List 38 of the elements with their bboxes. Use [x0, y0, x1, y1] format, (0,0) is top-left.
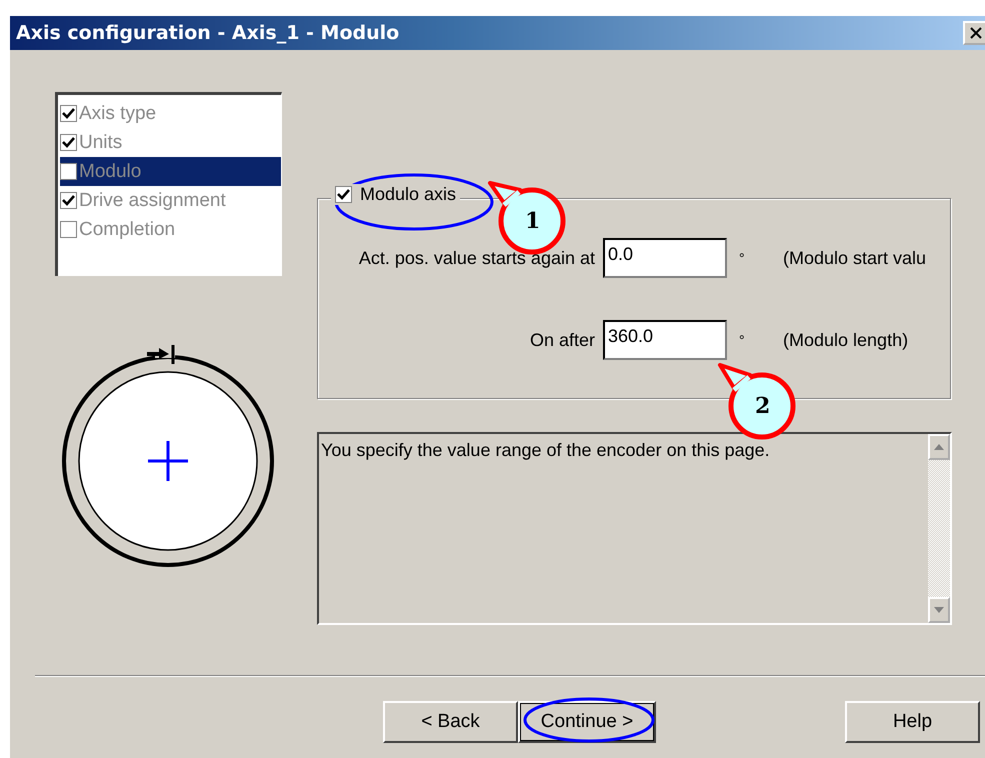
- message-text: You specify the value range of the encoder on this page.: [320, 439, 771, 462]
- dialog-button[interactable]: < Back: [383, 701, 518, 743]
- step-label: Drive assignment: [79, 190, 226, 212]
- field-label: On after: [528, 330, 595, 350]
- checkbox[interactable]: [60, 105, 77, 122]
- checkmark-icon: [62, 195, 75, 206]
- scroll-up-button[interactable]: [928, 434, 950, 460]
- close-icon: [969, 27, 983, 39]
- callout-number: 1: [525, 208, 540, 234]
- input-field[interactable]: 0.0: [603, 238, 727, 278]
- checkbox[interactable]: [60, 221, 77, 238]
- step-label: Units: [79, 132, 122, 154]
- field-label: Act. pos. value starts again at: [358, 248, 595, 268]
- callout-number: 2: [755, 393, 770, 419]
- close-button[interactable]: [963, 21, 985, 45]
- step-label: Axis type: [79, 102, 156, 124]
- checkbox[interactable]: [60, 163, 77, 180]
- checkmark-icon: [337, 189, 350, 200]
- down-arrow-icon: [934, 607, 944, 613]
- scroll-down-button[interactable]: [928, 597, 950, 623]
- checkmark-icon: [62, 137, 75, 148]
- dialog-button[interactable]: Help: [845, 701, 980, 743]
- unit-label: °: [739, 250, 746, 266]
- input-field[interactable]: 360.0: [603, 320, 727, 360]
- window-title: Axis configuration - Axis_1 - Modulo: [16, 22, 400, 44]
- checkbox[interactable]: [335, 186, 352, 203]
- checkmark-icon: [62, 108, 75, 119]
- modulo-axis-label: Modulo axis: [360, 184, 456, 205]
- field-note: (Modulo length): [783, 330, 908, 350]
- scrollbar[interactable]: [928, 434, 950, 623]
- up-arrow-icon: [934, 444, 944, 450]
- step-label: Completion: [79, 218, 176, 240]
- field-note: (Modulo start valu: [783, 248, 926, 268]
- step-item[interactable]: Modulo: [60, 157, 281, 186]
- unit-label: °: [739, 332, 746, 348]
- checkbox[interactable]: [60, 134, 77, 151]
- checkbox[interactable]: [60, 192, 77, 209]
- step-label: Modulo: [79, 160, 142, 182]
